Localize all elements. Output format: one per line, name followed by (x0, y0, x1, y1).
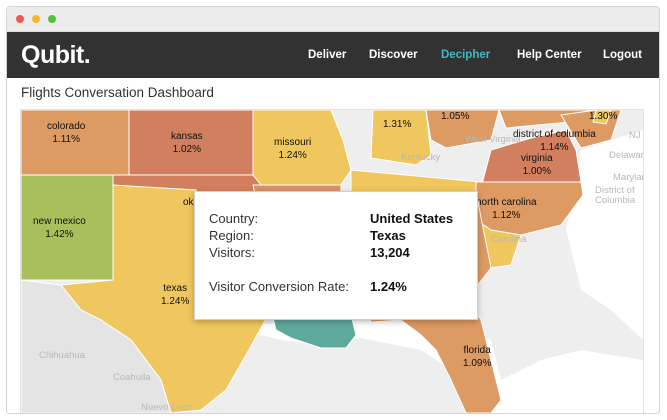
tooltip-rate-value: 1.24% (370, 279, 407, 294)
nav-decipher[interactable]: Decipher (441, 49, 490, 61)
geo-label-carolina: Carolina (491, 234, 527, 245)
tooltip-country-value: United States (370, 211, 454, 226)
label-kansas-rate: 1.02% (172, 144, 202, 155)
geo-label-dc: District of Columbia (595, 185, 636, 206)
label-new-mexico-name: new mexico (33, 216, 86, 227)
label-delaware-rate: 1.30% (589, 111, 618, 122)
tooltip-rate-label: Visitor Conversion Rate: (209, 279, 349, 294)
label-texas-name: texas (163, 283, 188, 294)
label-missouri: missouri 1.24% (274, 136, 311, 162)
label-north-carolina-name: north carolina (476, 197, 537, 208)
tooltip-visitors-label: Visitors: (209, 245, 255, 260)
geo-label-nj: NJ (629, 130, 641, 141)
tooltip-country-label: Country: (209, 211, 259, 226)
label-new-mexico-rate: 1.42% (45, 229, 74, 240)
nav-logout[interactable]: Logout (603, 49, 642, 61)
label-texas-rate: 1.24% (161, 296, 190, 307)
label-texas: texas 1.24% (161, 282, 189, 308)
label-missouri-name: missouri (274, 137, 312, 148)
tooltip-region-value: Texas (370, 228, 406, 243)
label-kansas: kansas 1.02% (171, 130, 203, 156)
close-window-button[interactable] (16, 15, 24, 23)
label-missouri-rate: 1.24% (278, 150, 307, 161)
label-district-of-columbia: district of columbia 1.14% (513, 128, 596, 154)
label-virginia-name: virginia (521, 153, 553, 164)
label-ohio-rate: 1.05% (441, 111, 470, 122)
label-florida: florida 1.09% (463, 344, 491, 370)
tooltip-region-label: Region: (209, 228, 254, 243)
label-north-carolina: north carolina 1.12% (476, 196, 537, 222)
geo-label-west-virginia: West Virginia (465, 134, 521, 145)
window-titlebar (7, 7, 659, 32)
browser-window: Qubit. Deliver Discover Decipher Help Ce… (6, 6, 660, 414)
label-virginia-rate: 1.00% (522, 166, 552, 177)
tooltip-visitors-value: 13,204 (370, 245, 410, 260)
choropleth-map[interactable]: colorado 1.11% kansas 1.02% missouri 1.24% … (20, 109, 644, 413)
geo-label-kentucky: Kentucky (401, 152, 441, 163)
geo-label-coahuila: Coahuila (113, 372, 151, 383)
page-title: Flights Conversation Dashboard (21, 85, 214, 100)
label-colorado-name: colorado (47, 121, 86, 132)
label-oklahoma: ok (183, 197, 194, 208)
label-indiana-rate: 1.31% (383, 119, 412, 130)
minimize-window-button[interactable] (32, 15, 40, 23)
region-tooltip: Country: United States Region: Texas Vis… (194, 191, 478, 320)
geo-label-maryland: Maryland (613, 172, 643, 183)
maximize-window-button[interactable] (48, 15, 56, 23)
geo-label-delaware: Delaware (609, 150, 644, 161)
top-navbar: Qubit. Deliver Discover Decipher Help Ce… (7, 32, 659, 78)
geo-label-nuevo-leon: Nuevo Leon (141, 402, 193, 413)
label-colorado: colorado 1.11% (47, 120, 85, 146)
nav-discover[interactable]: Discover (369, 49, 418, 61)
label-florida-rate: 1.09% (463, 358, 492, 369)
geo-label-chihuahua: Chihuahua (39, 350, 85, 361)
label-dc-name: district of columbia (513, 129, 596, 140)
nav-help-center[interactable]: Help Center (517, 49, 582, 61)
qubit-logo[interactable]: Qubit. (21, 41, 91, 70)
label-kansas-name: kansas (171, 131, 203, 142)
label-new-mexico: new mexico 1.42% (33, 215, 86, 241)
label-virginia: virginia 1.00% (521, 152, 553, 178)
label-florida-name: florida (463, 345, 491, 356)
label-colorado-rate: 1.11% (52, 134, 80, 145)
label-north-carolina-rate: 1.12% (492, 210, 521, 221)
nav-deliver[interactable]: Deliver (308, 49, 346, 61)
